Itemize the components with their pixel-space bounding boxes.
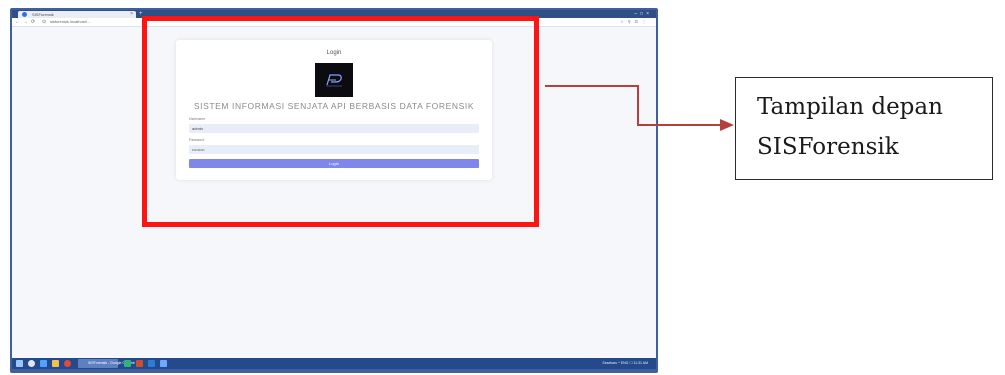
excel-icon[interactable] bbox=[124, 360, 131, 367]
callout-line-2: SISForensik bbox=[757, 134, 899, 160]
url-input[interactable]: sisforensik.localhost/... bbox=[50, 18, 90, 26]
start-icon[interactable] bbox=[16, 360, 23, 367]
arrow-head-icon bbox=[720, 119, 734, 131]
powerpoint-icon[interactable] bbox=[136, 360, 143, 367]
navigation-buttons[interactable]: ←→⟳ bbox=[15, 18, 38, 26]
highlight-box bbox=[142, 16, 539, 227]
window-controls[interactable]: –□× bbox=[634, 10, 652, 18]
chrome-icon[interactable] bbox=[64, 360, 71, 367]
system-tray[interactable]: Sesekaru ^ ENG ☐ 11:31 AM bbox=[602, 358, 648, 369]
edge-icon[interactable] bbox=[160, 360, 167, 367]
windows-taskbar: SISForensik - Google Chrome Sesekaru ^ E… bbox=[12, 358, 656, 369]
site-favicon-icon bbox=[22, 12, 27, 17]
tab-close-icon[interactable]: × bbox=[130, 11, 133, 18]
callout-box: Tampilan depan SISForensik bbox=[735, 77, 993, 180]
lock-icon: ⊙ bbox=[42, 19, 47, 25]
browser-toolbar-icons[interactable]: ☆⚲⊡⋮ bbox=[620, 18, 650, 26]
browser-tab[interactable]: SISForensik × bbox=[18, 11, 136, 18]
task-view-icon[interactable] bbox=[40, 360, 47, 367]
search-icon[interactable] bbox=[28, 360, 35, 367]
word-icon[interactable] bbox=[148, 360, 155, 367]
taskbar-active-app[interactable]: SISForensik - Google Chrome bbox=[78, 359, 135, 368]
callout-line-1: Tampilan depan bbox=[757, 94, 943, 120]
tab-title: SISForensik bbox=[32, 12, 54, 17]
file-explorer-icon[interactable] bbox=[52, 360, 59, 367]
